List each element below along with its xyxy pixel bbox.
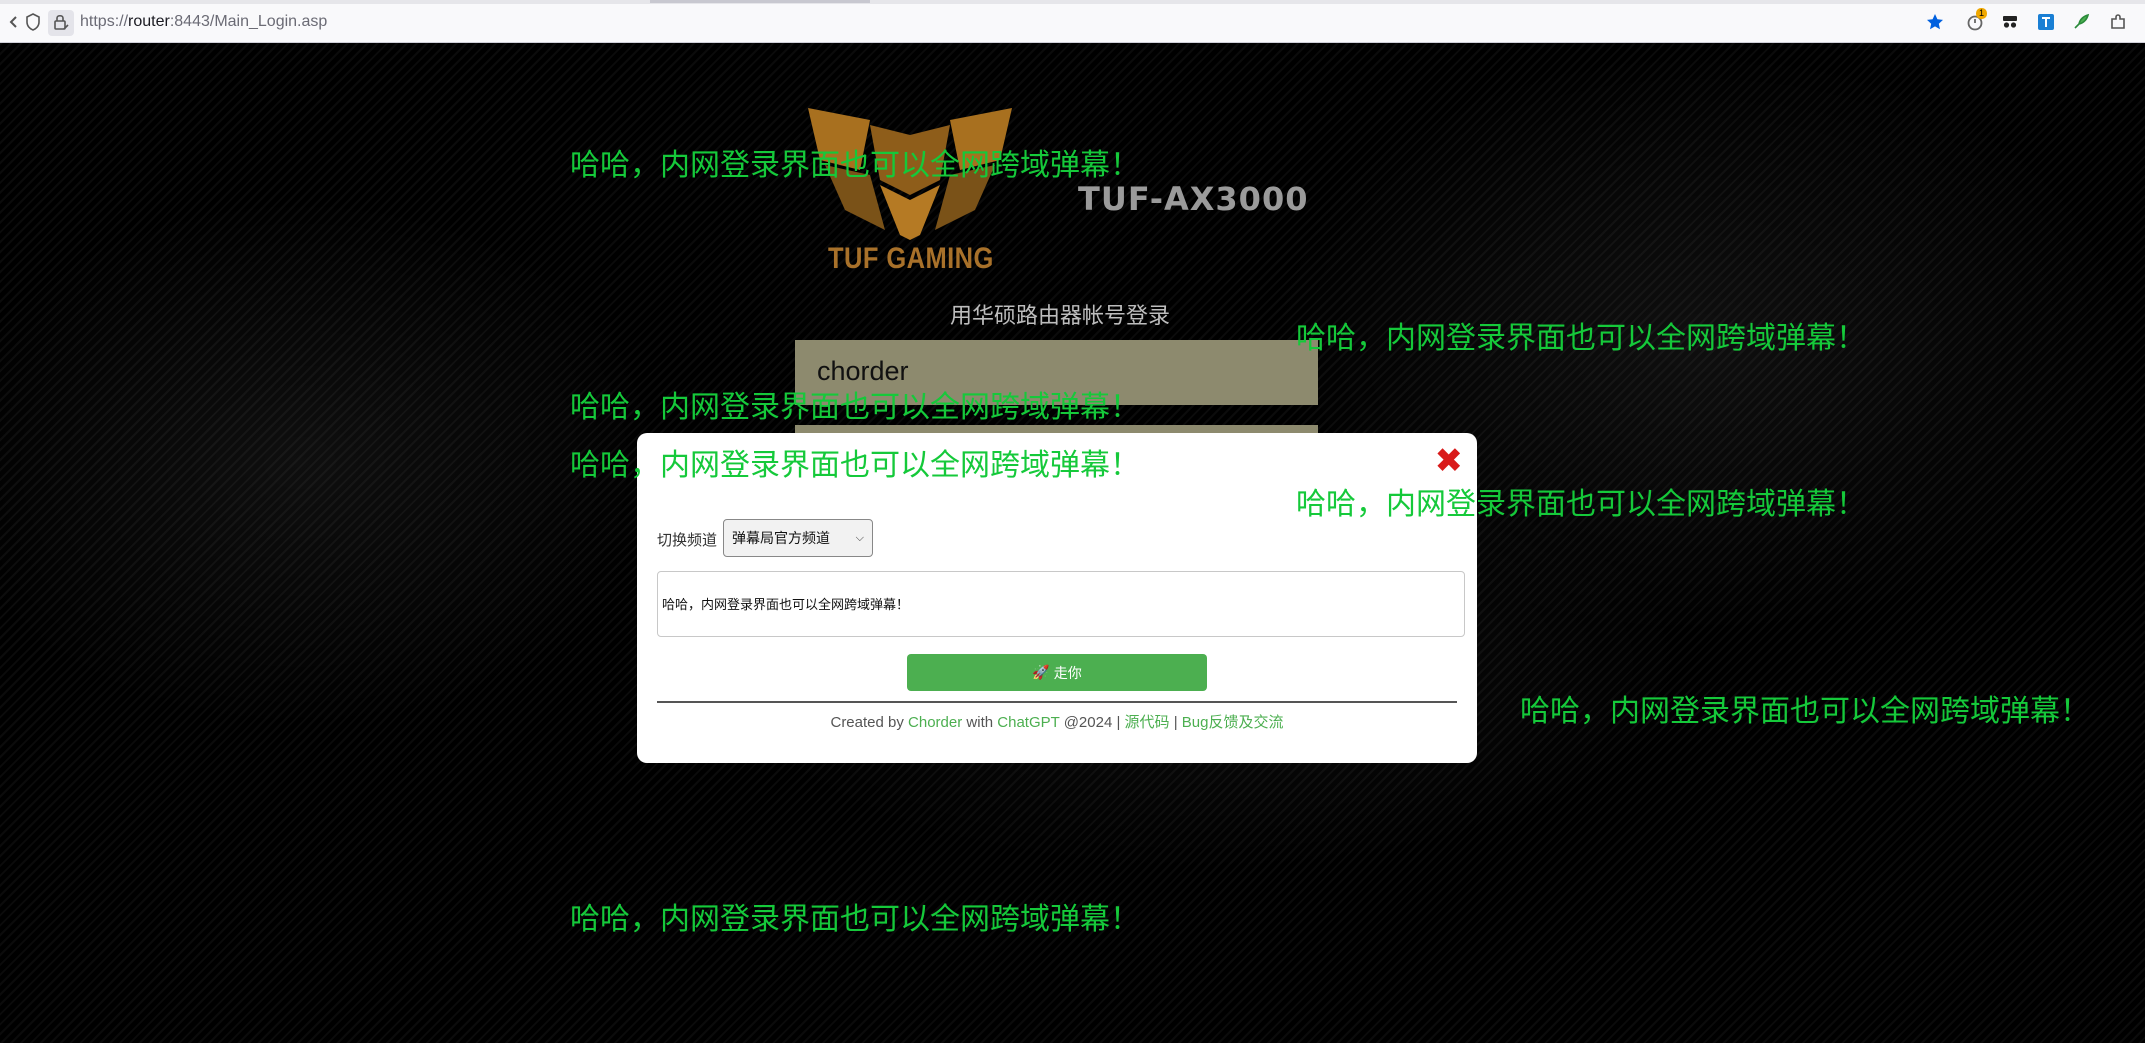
chevron-down-icon: ⌵: [855, 531, 864, 544]
footer-created-by: Created by: [830, 714, 904, 731]
shield-icon[interactable]: [23, 12, 43, 32]
url-host: router: [128, 13, 170, 30]
incognito-icon[interactable]: [2000, 12, 2020, 32]
danmaku-message: 哈哈，内网登录界面也可以全网跨域弹幕！: [570, 390, 1140, 425]
url-path: :8443/Main_Login.asp: [169, 13, 328, 30]
danmaku-message: 哈哈，内网登录界面也可以全网跨域弹幕！: [570, 148, 1140, 183]
brand-name: TUF GAMING: [828, 242, 994, 275]
modal-footer: Created by Chorder with ChatGPT @2024 | …: [637, 711, 1477, 732]
channel-selected-value: 弹幕局官方频道: [732, 531, 830, 547]
divider: [657, 701, 1457, 703]
chatgpt-link[interactable]: ChatGPT: [997, 714, 1059, 731]
router-model-name: TUF-AX3000: [1078, 180, 1309, 218]
danmaku-message: 哈哈，内网登录界面也可以全网跨域弹幕！: [1296, 321, 1866, 356]
source-code-link[interactable]: 源代码: [1125, 714, 1170, 731]
danmaku-message: 哈哈，内网登录界面也可以全网跨域弹幕！: [570, 448, 1140, 483]
message-input[interactable]: 哈哈，内网登录界面也可以全网跨域弹幕！: [657, 571, 1465, 637]
footer-with: with: [966, 714, 994, 731]
active-tab-indicator: [650, 0, 870, 3]
url-field[interactable]: https://router:8443/Main_Login.asp: [80, 12, 327, 32]
send-button[interactable]: 🚀 走你: [907, 654, 1207, 691]
login-title: 用华硕路由器帐号登录: [950, 304, 1171, 329]
translate-icon[interactable]: [2036, 12, 2056, 32]
channel-label: 切换频道: [657, 531, 718, 549]
rocket-icon: 🚀: [1032, 664, 1050, 680]
browser-address-bar: https://router:8443/Main_Login.asp 1: [0, 0, 2145, 43]
feedback-link[interactable]: Bug反馈及交流: [1182, 714, 1284, 731]
extensions-puzzle-icon[interactable]: [2108, 12, 2128, 32]
danmaku-message: 哈哈，内网登录界面也可以全网跨域弹幕！: [570, 902, 1140, 937]
send-button-label: 走你: [1053, 664, 1082, 681]
close-icon[interactable]: ✖: [1435, 441, 1464, 481]
tab-strip: [0, 0, 2145, 4]
footer-year: @2024 |: [1063, 714, 1121, 731]
footer-separator: |: [1173, 714, 1178, 731]
back-chevron-icon[interactable]: [4, 12, 24, 32]
danmaku-message: 哈哈，内网登录界面也可以全网跨域弹幕！: [1520, 694, 2090, 729]
lock-warning-icon[interactable]: [51, 12, 71, 32]
danmaku-message: 哈哈，内网登录界面也可以全网跨域弹幕！: [1296, 487, 1866, 522]
channel-select[interactable]: 弹幕局官方频道 ⌵: [723, 519, 873, 557]
url-scheme: https://: [80, 13, 129, 30]
extension-badge: 1: [1976, 8, 1988, 19]
extension-timer-icon[interactable]: 1: [1965, 8, 1988, 32]
rocket-extension-icon[interactable]: [2071, 12, 2091, 32]
bookmark-star-icon[interactable]: [1925, 12, 1945, 32]
author-link[interactable]: Chorder: [908, 714, 962, 731]
